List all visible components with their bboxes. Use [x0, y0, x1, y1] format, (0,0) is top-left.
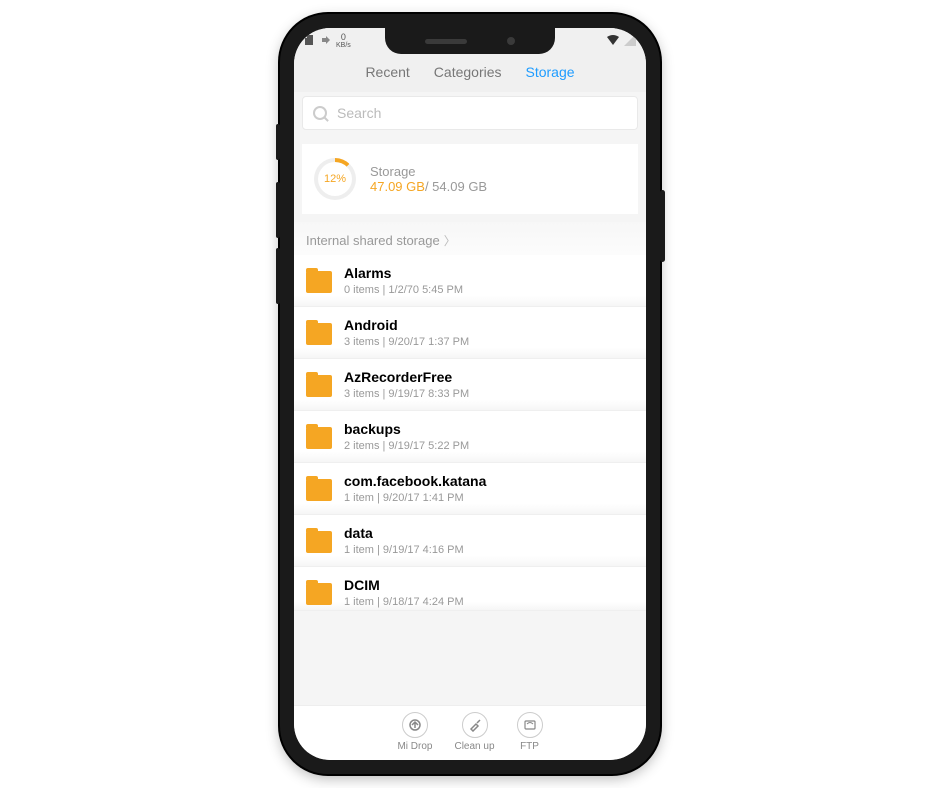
folder-meta: 0 items | 1/2/70 5:45 PM [344, 284, 463, 296]
folder-meta: 1 item | 9/18/17 4:24 PM [344, 596, 464, 608]
screen: 0 KB/s Recent Categories Storage Search [294, 28, 646, 760]
bottom-bar: Mi Drop Clean up FTP [294, 705, 646, 760]
swap-icon [320, 34, 332, 49]
chevron-right-icon: 〉 [444, 234, 456, 248]
phone-frame: 0 KB/s Recent Categories Storage Search [280, 14, 660, 774]
network-speed: 0 KB/s [336, 33, 351, 49]
sd-icon [304, 34, 316, 49]
list-item[interactable]: data 1 item | 9/19/17 4:16 PM [294, 515, 646, 567]
signal-icon [624, 34, 636, 49]
folder-icon [306, 479, 332, 501]
ftp-button[interactable]: FTP [517, 712, 543, 752]
mi-drop-icon [402, 712, 428, 738]
folder-name: Android [344, 317, 469, 333]
wifi-icon [606, 34, 620, 49]
front-camera [507, 37, 515, 45]
folder-icon [306, 323, 332, 345]
folder-icon [306, 531, 332, 553]
folder-name: data [344, 525, 464, 541]
storage-summary[interactable]: 12% Storage 47.09 GB/ 54.09 GB [302, 144, 638, 214]
broom-icon [462, 712, 488, 738]
list-item[interactable]: DCIM 1 item | 9/18/17 4:24 PM [294, 567, 646, 611]
volume-down [276, 248, 280, 304]
storage-label: Storage [370, 164, 487, 179]
folder-meta: 3 items | 9/19/17 8:33 PM [344, 388, 469, 400]
list-item[interactable]: com.facebook.katana 1 item | 9/20/17 1:4… [294, 463, 646, 515]
search-placeholder: Search [337, 105, 381, 121]
volume-up [276, 182, 280, 238]
tab-storage[interactable]: Storage [526, 64, 575, 80]
folder-icon [306, 427, 332, 449]
search-icon [313, 106, 327, 120]
folder-name: DCIM [344, 577, 464, 593]
power-button [660, 190, 665, 262]
mi-drop-button[interactable]: Mi Drop [397, 712, 432, 752]
folder-list[interactable]: Alarms 0 items | 1/2/70 5:45 PM Android … [294, 255, 646, 705]
folder-name: Alarms [344, 265, 463, 281]
folder-icon [306, 271, 332, 293]
clean-up-button[interactable]: Clean up [454, 712, 494, 752]
list-item[interactable]: Android 3 items | 9/20/17 1:37 PM [294, 307, 646, 359]
storage-ring-icon: 12% [314, 158, 356, 200]
folder-name: AzRecorderFree [344, 369, 469, 385]
search-input[interactable]: Search [302, 96, 638, 130]
storage-percent: 12% [324, 173, 346, 185]
folder-icon [306, 375, 332, 397]
speaker [425, 39, 467, 44]
folder-meta: 1 item | 9/19/17 4:16 PM [344, 544, 464, 556]
folder-meta: 3 items | 9/20/17 1:37 PM [344, 336, 469, 348]
notch [385, 28, 555, 54]
storage-size: 47.09 GB/ 54.09 GB [370, 179, 487, 194]
top-tabs: Recent Categories Storage [294, 54, 646, 92]
tab-categories[interactable]: Categories [434, 64, 502, 80]
folder-name: com.facebook.katana [344, 473, 486, 489]
folder-meta: 1 item | 9/20/17 1:41 PM [344, 492, 486, 504]
folder-name: backups [344, 421, 469, 437]
folder-icon [306, 583, 332, 605]
list-item[interactable]: Alarms 0 items | 1/2/70 5:45 PM [294, 255, 646, 307]
list-item[interactable]: AzRecorderFree 3 items | 9/19/17 8:33 PM [294, 359, 646, 411]
list-item[interactable]: backups 2 items | 9/19/17 5:22 PM [294, 411, 646, 463]
ftp-icon [517, 712, 543, 738]
breadcrumb[interactable]: Internal shared storage〉 [294, 222, 646, 255]
tab-recent[interactable]: Recent [365, 64, 409, 80]
folder-meta: 2 items | 9/19/17 5:22 PM [344, 440, 469, 452]
mute-switch [276, 124, 280, 160]
